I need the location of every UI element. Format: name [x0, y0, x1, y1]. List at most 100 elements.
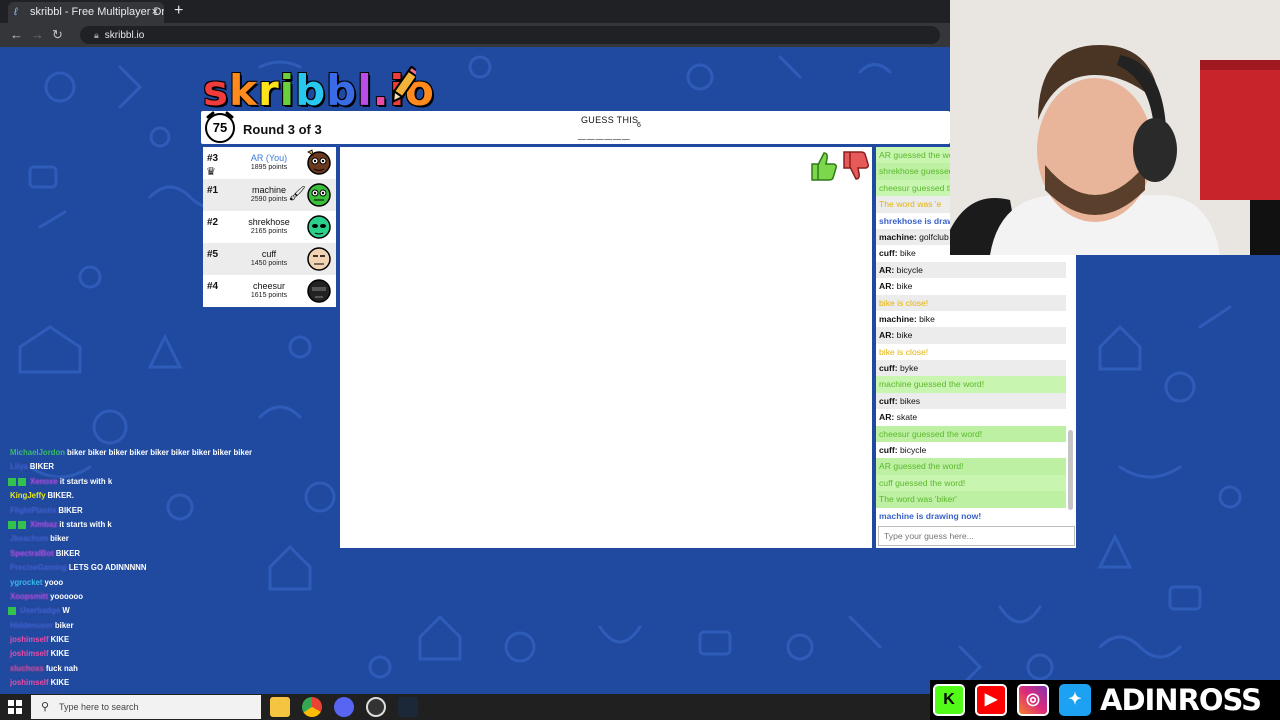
- obs-icon[interactable]: [366, 697, 386, 717]
- twitch-chat-line: Ximbaz it starts with k: [8, 518, 308, 532]
- chat-text: bicycle: [894, 264, 923, 275]
- chat-text: machine guessed the word!: [879, 379, 985, 390]
- twitch-message: it starts with k: [59, 519, 112, 529]
- chat-text: byke: [897, 363, 919, 374]
- player-name: cuff: [261, 249, 277, 259]
- streamer-image: [950, 0, 1280, 255]
- url-text: skribbl.io: [104, 30, 145, 41]
- drawing-canvas[interactable]: [340, 147, 872, 548]
- player-card[interactable]: #1 machine 2590 points 🖌︎: [203, 179, 336, 211]
- twitch-username: SpectralBot: [8, 548, 56, 558]
- twitch-chat-line: Xenoxe it starts with k: [8, 475, 308, 489]
- reload-button[interactable]: ↻: [52, 26, 63, 44]
- twitch-username: Hiddenuser: [8, 620, 55, 630]
- windows-start-icon[interactable]: [8, 700, 22, 714]
- browser-tab[interactable]: ℓ skribbl - Free Multiplayer Drawin ×: [8, 2, 164, 23]
- thumbs-down-icon[interactable]: [840, 150, 870, 182]
- chrome-icon[interactable]: [302, 697, 322, 717]
- chat-message: machine: bike: [876, 311, 1066, 327]
- chat-message: bike is close!: [876, 344, 1066, 360]
- chat-username: AR:: [879, 264, 895, 275]
- chat-text: bike is close!: [879, 346, 929, 357]
- logo-letter: b: [295, 66, 327, 115]
- twitch-username: Ximbaz: [28, 519, 60, 529]
- twitch-chat-line: joshimself KIKE: [8, 633, 308, 647]
- avatar: [307, 215, 331, 239]
- chat-text: bike: [894, 330, 913, 341]
- logo-letter: k: [229, 66, 258, 115]
- twitch-chat-line: Jkeachum biker: [8, 532, 308, 546]
- forward-button[interactable]: →: [31, 26, 44, 44]
- logo-letter: i: [279, 66, 296, 115]
- chat-badge-icon: [18, 520, 26, 529]
- discord-icon[interactable]: [334, 697, 354, 717]
- twitch-username: joshimself: [10, 678, 49, 688]
- player-card[interactable]: #5 cuff 1450 points: [203, 243, 336, 275]
- chat-text: skate: [894, 412, 918, 423]
- game-top-bar: 75 Round 3 of 3 GUESS THIS 6 ______: [201, 111, 950, 144]
- round-label: Round 3 of 3: [243, 122, 322, 137]
- twitch-message: KIKE: [50, 678, 70, 688]
- logo-letter: s: [203, 66, 229, 115]
- thumbs-up-icon[interactable]: [808, 150, 838, 182]
- kick-icon: K: [933, 684, 965, 716]
- twitch-username: joshimself: [10, 649, 49, 659]
- chat-badge-icon: [8, 607, 16, 616]
- twitch-username: Xenoxe: [28, 476, 60, 486]
- twitch-username: MichaelJordon: [10, 448, 66, 457]
- player-rank: #4: [207, 281, 219, 292]
- guess-input[interactable]: [878, 526, 1075, 546]
- twitch-chat-line: joshimself KIKE: [8, 647, 308, 661]
- player-card[interactable]: #2 shrekhose 2165 points: [203, 211, 336, 243]
- taskbar-search[interactable]: ⚲ Type here to search: [31, 695, 261, 719]
- twitch-chat-line: Hiddenuser biker: [8, 619, 308, 633]
- twitch-message: biker biker biker biker biker biker bike…: [67, 448, 253, 457]
- logo-letter: b: [326, 66, 358, 115]
- steam-icon[interactable]: [398, 697, 418, 717]
- file-explorer-icon[interactable]: [270, 697, 290, 717]
- url-field[interactable]: 🔒︎ skribbl.io: [80, 26, 940, 44]
- chat-badge-icon: [8, 477, 16, 486]
- chat-message: bike is close!: [876, 294, 1066, 311]
- twitch-chat-overlay: MichaelJordon biker biker biker biker bik…: [8, 446, 308, 705]
- youtube-icon: ▶: [975, 684, 1007, 716]
- player-rank: #5: [207, 249, 219, 260]
- chat-text: cheesur guessed the word!: [879, 428, 983, 439]
- twitch-message: yoooooo: [50, 591, 84, 601]
- chat-username: cuff:: [879, 248, 898, 259]
- chat-text: bike: [894, 281, 913, 292]
- word-blanks: ______: [578, 125, 631, 141]
- chat-username: machine:: [879, 313, 917, 324]
- twitch-message: biker: [54, 620, 74, 630]
- player-points: 1615 points: [250, 292, 288, 299]
- twitter-icon: ✦: [1059, 684, 1091, 716]
- chat-message: AR: bike: [876, 278, 1066, 294]
- chat-text: bike: [897, 248, 916, 259]
- chat-badge-icon: [18, 477, 26, 486]
- chat-text: bike is close!: [879, 297, 929, 308]
- avatar: [307, 247, 331, 271]
- twitch-username: ygrocket: [10, 577, 43, 587]
- chat-text: machine is drawing now!: [879, 510, 982, 521]
- player-name: AR (You): [250, 153, 288, 163]
- player-card[interactable]: #3 ♛ AR (You) 1895 points: [203, 147, 336, 179]
- chat-scrollbar[interactable]: [1068, 430, 1073, 510]
- chat-text: cuff guessed the word!: [879, 477, 966, 488]
- chat-message: cuff: bikes: [876, 392, 1066, 410]
- twitch-chat-line: SpectralBot BIKER: [8, 547, 308, 561]
- tab-close-icon[interactable]: ×: [152, 2, 158, 23]
- chat-badge-icon: [8, 520, 16, 529]
- twitch-message: KIKE: [50, 649, 70, 659]
- chat-username: AR:: [879, 412, 895, 423]
- new-tab-button[interactable]: +: [174, 1, 183, 21]
- player-card[interactable]: #4 cheesur 1615 points: [203, 275, 336, 307]
- back-button[interactable]: ←: [10, 26, 23, 44]
- timer-value: 75: [212, 120, 228, 135]
- twitch-username: xluchoxs: [8, 663, 46, 673]
- instagram-icon: ◎: [1017, 684, 1049, 716]
- chat-text: bicycle: [897, 445, 927, 456]
- twitch-message: yooo: [44, 577, 64, 587]
- twitch-username: Jkeachum: [8, 534, 51, 544]
- chat-message: AR guessed the word!: [876, 458, 1066, 475]
- twitch-chat-line: Lilya BIKER: [8, 460, 308, 474]
